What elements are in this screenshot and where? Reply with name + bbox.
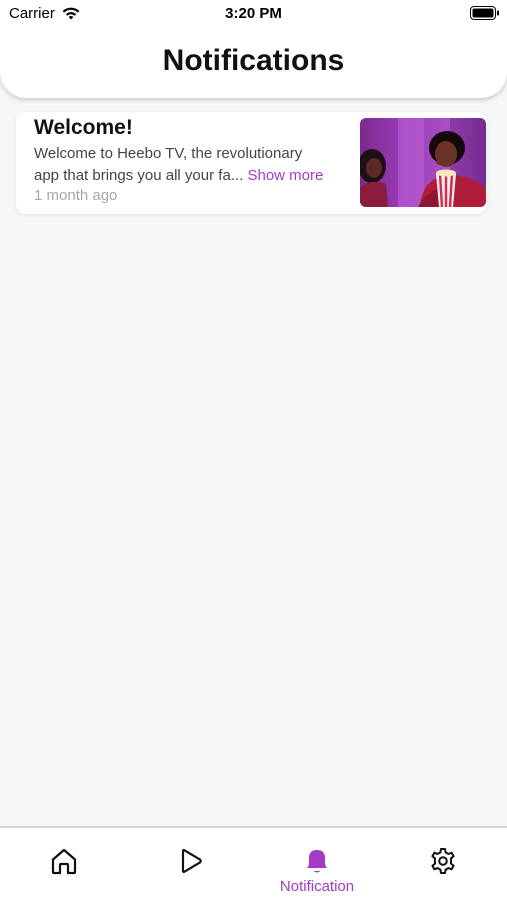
bottom-tab-bar: Notification bbox=[0, 826, 507, 900]
gear-icon bbox=[431, 848, 455, 874]
play-icon bbox=[181, 848, 202, 874]
notification-thumbnail bbox=[360, 118, 486, 207]
status-bar: Carrier 3:20 PM bbox=[0, 0, 507, 28]
app-header: Carrier 3:20 PM Notifications bbox=[0, 0, 507, 98]
status-time: 3:20 PM bbox=[225, 5, 282, 22]
tab-notification-label: Notification bbox=[279, 878, 355, 895]
notification-time: 1 month ago bbox=[34, 187, 118, 204]
tab-play[interactable] bbox=[127, 828, 253, 900]
battery-icon bbox=[470, 6, 500, 20]
tab-notification[interactable]: Notification bbox=[254, 828, 380, 900]
notification-body-line2: app that brings you all your fa... bbox=[34, 167, 244, 184]
page-title: Notifications bbox=[162, 44, 345, 77]
notification-card[interactable]: Welcome! Welcome to Heebo TV, the revolu… bbox=[16, 112, 487, 214]
bell-icon bbox=[307, 850, 327, 873]
tab-home[interactable] bbox=[1, 828, 127, 900]
home-icon bbox=[51, 848, 77, 875]
tab-settings[interactable] bbox=[380, 828, 506, 900]
show-more-link[interactable]: Show more bbox=[247, 167, 323, 184]
notification-title: Welcome! bbox=[34, 116, 133, 139]
notification-body-line1: Welcome to Heebo TV, the revolutionary bbox=[34, 145, 303, 162]
notification-body: Welcome to Heebo TV, the revolutionary a… bbox=[34, 143, 359, 187]
